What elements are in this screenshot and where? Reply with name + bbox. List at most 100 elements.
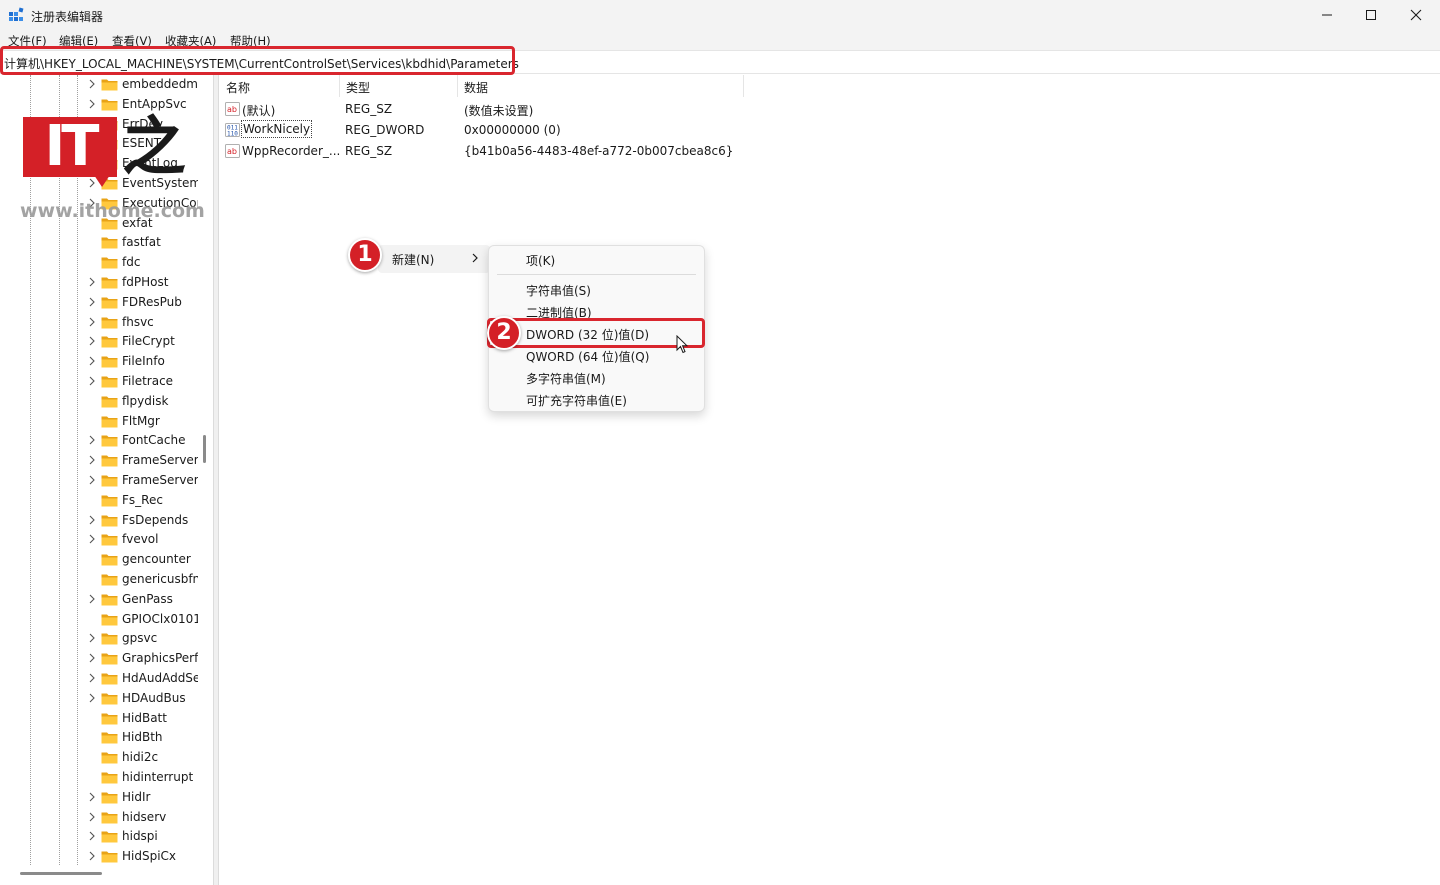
tree-item[interactable]: HdAudAddSe: [0, 669, 213, 688]
chevron-right-icon[interactable]: [88, 792, 96, 802]
tree-item[interactable]: GPIOClx0101: [0, 610, 213, 629]
chevron-right-icon[interactable]: [88, 534, 96, 544]
tree-item[interactable]: HidSpiCx: [0, 847, 213, 866]
folder-icon: [101, 792, 118, 804]
minimize-button[interactable]: [1304, 0, 1350, 30]
chevron-right-icon[interactable]: [88, 633, 96, 643]
folder-icon: [101, 594, 118, 606]
chevron-right-icon[interactable]: [88, 693, 96, 703]
address-path[interactable]: 计算机\HKEY_LOCAL_MACHINE\SYSTEM\CurrentCon…: [4, 55, 519, 72]
tree-item[interactable]: hidi2c: [0, 748, 213, 767]
tree-item[interactable]: HDAudBus: [0, 689, 213, 708]
tree-item-label: FsDepends: [122, 512, 189, 527]
tree-item[interactable]: gpsvc: [0, 629, 213, 648]
address-bar[interactable]: 计算机\HKEY_LOCAL_MACHINE\SYSTEM\CurrentCon…: [0, 50, 1440, 74]
submenu-item-qword[interactable]: QWORD (64 位)值(Q): [489, 344, 704, 366]
tree-item[interactable]: fdPHost: [0, 273, 213, 292]
submenu-item-string[interactable]: 字符串值(S): [489, 278, 704, 300]
tree-item[interactable]: HidIr: [0, 788, 213, 807]
tree-item[interactable]: Filetrace: [0, 372, 213, 391]
folder-icon: [101, 356, 118, 368]
submenu-item-key[interactable]: 项(K): [489, 248, 704, 270]
chevron-right-icon[interactable]: [88, 317, 96, 327]
menu-edit[interactable]: 编辑(E): [59, 33, 98, 49]
submenu-item-expandstring[interactable]: 可扩充字符串值(E): [489, 388, 704, 410]
chevron-right-icon[interactable]: [88, 594, 96, 604]
menu-view[interactable]: 查看(V): [112, 33, 152, 49]
chevron-right-icon[interactable]: [88, 475, 96, 485]
chevron-right-icon[interactable]: [88, 376, 96, 386]
tree-item[interactable]: GenPass: [0, 590, 213, 609]
tree-item[interactable]: FrameServerl: [0, 471, 213, 490]
tree-item[interactable]: HidBatt: [0, 709, 213, 728]
value-type: REG_DWORD: [345, 123, 425, 137]
tree-item[interactable]: FltMgr: [0, 412, 213, 431]
tree-horizontal-scrollbar[interactable]: [20, 872, 102, 875]
submenu-item-dword[interactable]: DWORD (32 位)值(D): [489, 322, 704, 344]
tree-item[interactable]: Fs_Rec: [0, 491, 213, 510]
tree-item[interactable]: gencounter: [0, 550, 213, 569]
chevron-right-icon[interactable]: [88, 336, 96, 346]
submenu-item-binary[interactable]: 二进制值(B): [489, 300, 704, 322]
chevron-right-icon[interactable]: [88, 79, 96, 89]
value-type: REG_SZ: [345, 102, 393, 116]
string-value-icon: ab: [225, 144, 240, 158]
context-menu-new[interactable]: 新建(N): [378, 245, 490, 273]
menu-file[interactable]: 文件(F): [8, 33, 47, 49]
tree-item[interactable]: FontCache: [0, 431, 213, 450]
menu-help[interactable]: 帮助(H): [230, 33, 271, 49]
column-header-data[interactable]: 数据: [458, 75, 744, 97]
tree-item[interactable]: hidinterrupt: [0, 768, 213, 787]
tree-item[interactable]: flpydisk: [0, 392, 213, 411]
column-header-type[interactable]: 类型: [340, 75, 458, 97]
chevron-right-icon[interactable]: [88, 653, 96, 663]
tree-item[interactable]: hidspi: [0, 827, 213, 846]
folder-icon: [101, 772, 118, 784]
chevron-right-icon[interactable]: [88, 812, 96, 822]
tree-item[interactable]: FrameServer: [0, 451, 213, 470]
chevron-right-icon[interactable]: [88, 515, 96, 525]
chevron-right-icon[interactable]: [88, 851, 96, 861]
tree-item-label: EntAppSvc: [122, 96, 187, 111]
submenu-item-label: 多字符串值(M): [526, 372, 606, 386]
chevron-right-icon[interactable]: [88, 455, 96, 465]
string-value-icon: ab: [225, 102, 240, 116]
tree-item[interactable]: FileInfo: [0, 352, 213, 371]
chevron-right-icon[interactable]: [88, 673, 96, 683]
tree-item[interactable]: HidBth: [0, 728, 213, 747]
tree-item[interactable]: genericusbfn: [0, 570, 213, 589]
tree-item[interactable]: GraphicsPerf: [0, 649, 213, 668]
value-list-pane[interactable]: 名称 类型 数据 ab (默认) REG_SZ (数值未设置) 011 110 …: [220, 75, 1440, 885]
folder-icon: [101, 693, 118, 705]
chevron-right-icon[interactable]: [88, 99, 96, 109]
folder-icon: [101, 554, 118, 566]
chevron-right-icon[interactable]: [88, 356, 96, 366]
tree-item[interactable]: FileCrypt: [0, 332, 213, 351]
maximize-button[interactable]: [1348, 0, 1394, 30]
chevron-right-icon[interactable]: [88, 297, 96, 307]
submenu-item-multistring[interactable]: 多字符串值(M): [489, 366, 704, 388]
chevron-right-icon[interactable]: [88, 831, 96, 841]
tree-item[interactable]: fastfat: [0, 233, 213, 252]
tree-item[interactable]: FsDepends: [0, 511, 213, 530]
chevron-right-icon[interactable]: [88, 277, 96, 287]
submenu-separator: [497, 274, 696, 275]
folder-icon: [101, 297, 118, 309]
tree-item-label: HidBth: [122, 730, 163, 745]
tree-item[interactable]: fhsvc: [0, 313, 213, 332]
tree-vertical-scrollbar[interactable]: [203, 435, 206, 463]
value-row[interactable]: 011 110 WorkNicely REG_DWORD 0x00000000 …: [220, 120, 820, 140]
tree-item[interactable]: fvevol: [0, 530, 213, 549]
tree-item[interactable]: fdc: [0, 253, 213, 272]
tree-item-label: fvevol: [122, 532, 159, 547]
value-row[interactable]: ab (默认) REG_SZ (数值未设置): [220, 99, 820, 119]
close-button[interactable]: [1393, 0, 1439, 30]
menu-favorites[interactable]: 收藏夹(A): [165, 33, 216, 49]
tree-item[interactable]: FDResPub: [0, 293, 213, 312]
pane-splitter[interactable]: [214, 75, 219, 885]
value-row[interactable]: ab WppRecorder_... REG_SZ {b41b0a56-4483…: [220, 141, 820, 161]
chevron-right-icon[interactable]: [88, 435, 96, 445]
column-header-name[interactable]: 名称: [220, 75, 340, 97]
tree-item[interactable]: hidserv: [0, 808, 213, 827]
tree-item[interactable]: embeddedm: [0, 75, 213, 94]
